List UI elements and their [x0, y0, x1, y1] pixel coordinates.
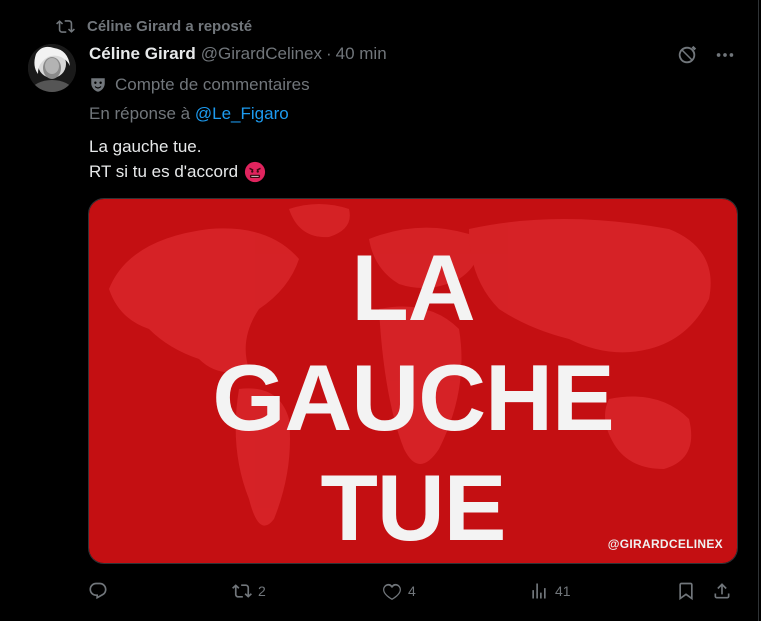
angry-face-icon [244, 161, 266, 182]
post-header: Céline Girard @GirardCelinex · 40 min [89, 43, 387, 65]
author-handle[interactable]: @GirardCelinex [201, 44, 322, 64]
image-text-line-2: GAUCHE [212, 345, 614, 450]
author-name[interactable]: Céline Girard [89, 44, 196, 64]
share-button[interactable] [712, 578, 732, 604]
repost-indicator: Céline Girard a reposté [56, 16, 252, 36]
post-text-line-1: La gauche tue. [89, 137, 202, 156]
like-count: 4 [408, 583, 416, 599]
bookmark-icon [679, 582, 693, 601]
image-text-line-1: LA [351, 235, 475, 340]
bookmark-button[interactable] [676, 578, 696, 604]
post-time[interactable]: 40 min [336, 44, 387, 64]
repost-count: 2 [258, 583, 266, 599]
reply-mention-link[interactable]: @Le_Figaro [195, 104, 289, 123]
reply-prefix: En réponse à [89, 104, 191, 123]
post-text: La gauche tue. RT si tu es d'accord [89, 134, 266, 184]
theater-mask-icon [91, 78, 105, 92]
repost-icon [56, 19, 75, 33]
like-button[interactable]: 4 [382, 578, 416, 604]
repost-text[interactable]: Céline Girard a reposté [87, 18, 252, 35]
avatar[interactable] [28, 44, 76, 92]
more-options-icon[interactable] [714, 44, 736, 66]
heart-icon [383, 583, 401, 600]
reply-context: En réponse à @Le_Figaro [89, 104, 289, 124]
account-label-text: Compte de commentaires [115, 75, 310, 94]
post-container[interactable]: Céline Girard a reposté Céline Girard @G… [0, 0, 759, 621]
separator-dot: · [325, 44, 332, 63]
repost-button[interactable]: 2 [232, 578, 266, 604]
views-button[interactable]: 41 [529, 578, 571, 604]
views-count: 41 [555, 583, 571, 599]
share-icon [714, 583, 730, 599]
post-text-line-2: RT si tu es d'accord [89, 162, 239, 181]
reply-button[interactable] [88, 578, 114, 604]
post-image[interactable]: LA GAUCHE TUE @GIRARDCELINEX [88, 198, 738, 564]
account-label[interactable]: Compte de commentaires [89, 74, 310, 96]
reply-icon [89, 582, 107, 600]
image-watermark: @GIRARDCELINEX [607, 537, 723, 551]
post-top-actions [676, 44, 736, 66]
grok-icon[interactable] [676, 44, 698, 66]
analytics-icon [532, 583, 546, 599]
repost-icon [232, 584, 252, 598]
post-actions: 2 4 41 [88, 578, 736, 604]
